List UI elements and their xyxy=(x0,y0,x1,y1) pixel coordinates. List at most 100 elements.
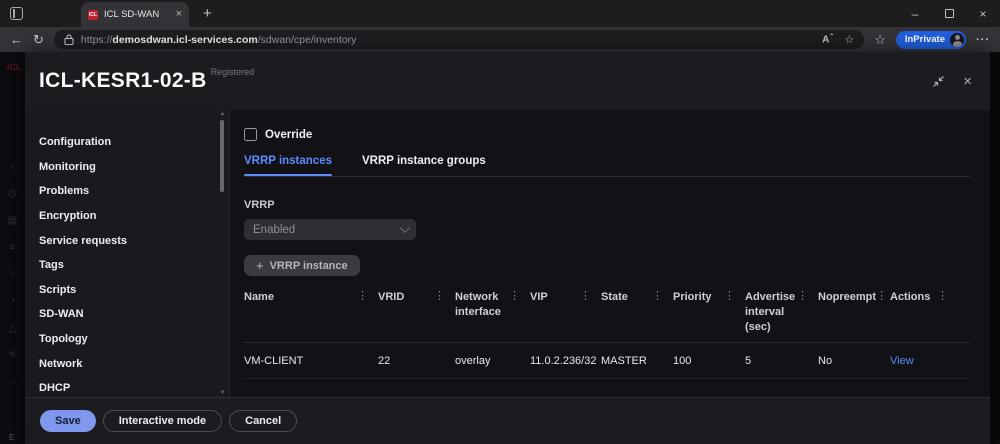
column-menu-icon[interactable]: ⋮ xyxy=(937,290,948,302)
column-header-actions: Actions xyxy=(890,291,931,303)
column-menu-icon[interactable]: ⋮ xyxy=(357,290,368,302)
tab-vrrp-instance-groups[interactable]: VRRP instance groups xyxy=(362,155,486,176)
sidebar-item-problems[interactable]: Problems xyxy=(39,179,229,204)
cell-state: MASTER xyxy=(601,354,647,367)
read-aloud-icon[interactable]: A⌃ xyxy=(822,33,834,45)
collections-icon[interactable]: ☆ xyxy=(874,33,886,46)
browser-toolbar: ← ↻ https://demosdwan.icl-services.com/s… xyxy=(0,27,1000,52)
minimize-button[interactable]: – xyxy=(898,0,932,27)
cell-name: VM-CLIENT xyxy=(244,354,304,367)
background-nav-icon: ⋯ xyxy=(7,377,18,388)
override-label: Override xyxy=(265,128,313,141)
add-vrrp-instance-button[interactable]: + VRRP instance xyxy=(244,255,360,276)
sidebar-item-network[interactable]: Network xyxy=(39,351,229,376)
inprivate-badge[interactable]: InPrivate xyxy=(895,30,966,49)
scroll-down-icon[interactable]: ▼ xyxy=(219,390,226,396)
background-nav-icons: › ◷ ▤ ≡ ○ ◔ △ ✎ ⋯ xyxy=(0,162,25,388)
column-menu-icon[interactable]: ⋮ xyxy=(434,290,445,302)
sidebar-item-sd-wan[interactable]: SD-WAN xyxy=(39,302,229,327)
lock-icon xyxy=(64,34,74,45)
sidebar-item-configuration[interactable]: Configuration xyxy=(39,130,229,155)
background-nav-icon: △ xyxy=(8,323,17,334)
column-menu-icon[interactable]: ⋮ xyxy=(724,290,735,302)
modal-close-icon[interactable]: × xyxy=(963,74,972,89)
background-nav-icon: ≡ xyxy=(9,242,16,253)
scrollbar-thumb[interactable] xyxy=(220,120,224,192)
column-header-network-interface: Network interface xyxy=(455,291,501,318)
sidebar-item-scripts[interactable]: Scripts xyxy=(39,278,229,303)
chevron-down-icon xyxy=(399,223,410,234)
sidebar-item-service-requests[interactable]: Service requests xyxy=(39,228,229,253)
refresh-button[interactable]: ↻ xyxy=(33,33,44,46)
scroll-up-icon[interactable]: ▲ xyxy=(219,111,226,117)
modal-header: ICL-KESR1-02-B Registered × xyxy=(25,52,990,110)
favicon-icon: ICL xyxy=(88,9,98,20)
sidebar-scrollbar[interactable]: ▲ ▼ xyxy=(220,111,226,396)
cell-vrid: 22 xyxy=(378,354,391,367)
profile-avatar xyxy=(950,32,964,47)
sidebar-item-topology[interactable]: Topology xyxy=(39,327,229,352)
cell-vip: 11.0.2.236/32 xyxy=(530,354,597,367)
column-header-advertise-interval: Advertise interval (sec) xyxy=(745,291,796,333)
column-header-name: Name xyxy=(244,291,274,303)
column-menu-icon[interactable]: ⋮ xyxy=(509,290,520,302)
new-tab-button[interactable]: + xyxy=(203,6,212,21)
cancel-button[interactable]: Cancel xyxy=(229,410,298,432)
background-letter: E xyxy=(9,433,15,442)
interactive-mode-button[interactable]: Interactive mode xyxy=(102,410,223,432)
url-text: https://demosdwan.icl-services.com/sdwan… xyxy=(80,33,357,46)
background-nav-icon: ▤ xyxy=(7,215,18,226)
table-row: VM-CLIENT 22 overlay 11.0.2.236/32 MASTE… xyxy=(244,343,970,379)
back-button[interactable]: ← xyxy=(10,33,23,46)
plus-icon: + xyxy=(256,258,264,273)
cell-nopreempt: No xyxy=(818,354,833,367)
sidebar-item-encryption[interactable]: Encryption xyxy=(39,204,229,229)
tab-title: ICL SD-WAN xyxy=(104,9,160,20)
override-row[interactable]: Override xyxy=(244,128,970,141)
browser-menu-icon[interactable]: ··· xyxy=(976,34,990,46)
page-area: iCL › ◷ ▤ ≡ ○ ◔ △ ✎ ⋯ E ICL-KESR1-02-B R… xyxy=(0,52,1000,444)
modal-sidebar: Configuration Monitoring Problems Encryp… xyxy=(25,110,230,397)
window-close-button[interactable]: × xyxy=(966,0,1000,27)
inprivate-label: InPrivate xyxy=(904,34,945,45)
column-menu-icon[interactable]: ⋮ xyxy=(876,290,887,302)
save-button[interactable]: Save xyxy=(40,410,96,432)
column-header-state: State xyxy=(601,291,628,303)
tabs-divider xyxy=(244,176,970,177)
background-nav-icon: ○ xyxy=(9,269,16,280)
view-link[interactable]: View xyxy=(890,355,958,367)
column-header-priority: Priority xyxy=(673,291,712,303)
address-bar[interactable]: https://demosdwan.icl-services.com/sdwan… xyxy=(53,30,865,49)
browser-tab[interactable]: ICL ICL SD-WAN × xyxy=(81,2,189,27)
background-app-strip: iCL › ◷ ▤ ≡ ○ ◔ △ ✎ ⋯ E xyxy=(0,52,25,444)
sidebar-item-dhcp[interactable]: DHCP xyxy=(39,376,229,401)
sidebar-item-tags[interactable]: Tags xyxy=(39,253,229,278)
modal-content: Override VRRP instances VRRP instance gr… xyxy=(230,110,990,397)
column-menu-icon[interactable]: ⋮ xyxy=(797,290,808,302)
tab-close-icon[interactable]: × xyxy=(176,9,182,20)
favorites-star-icon[interactable]: ☆ xyxy=(844,33,854,46)
column-menu-icon[interactable]: ⋮ xyxy=(652,290,663,302)
column-header-nopreempt: Nopreempt xyxy=(818,291,877,303)
collapse-icon[interactable] xyxy=(932,75,945,88)
page-title: ICL-KESR1-02-B xyxy=(39,69,207,92)
tab-vrrp-instances[interactable]: VRRP instances xyxy=(244,155,332,176)
sidebar-item-monitoring[interactable]: Monitoring xyxy=(39,155,229,180)
cell-network-interface: overlay xyxy=(455,354,491,367)
device-modal: ICL-KESR1-02-B Registered × Configuratio… xyxy=(25,52,990,444)
vrrp-select[interactable]: Enabled xyxy=(244,219,416,240)
column-header-vrid: VRID xyxy=(378,291,405,303)
maximize-button[interactable] xyxy=(932,0,966,27)
modal-footer: Save Interactive mode Cancel xyxy=(25,397,990,444)
tab-actions-menu-icon[interactable] xyxy=(10,7,23,20)
cell-advertise-interval: 5 xyxy=(745,354,752,367)
background-chevron-icon: › xyxy=(10,161,15,172)
override-checkbox[interactable] xyxy=(244,128,257,141)
table-header-row: Name ⋮ VRID ⋮ Network interface ⋮ VIP ⋮ Stat… xyxy=(244,281,970,343)
vrrp-select-value: Enabled xyxy=(253,223,296,236)
column-header-vip: VIP xyxy=(530,291,548,303)
vrrp-table: Name ⋮ VRID ⋮ Network interface ⋮ VIP ⋮ Stat… xyxy=(244,281,970,379)
app-logo: iCL xyxy=(7,62,22,72)
column-menu-icon[interactable]: ⋮ xyxy=(580,290,591,302)
background-nav-icon: ◔ xyxy=(9,296,16,307)
